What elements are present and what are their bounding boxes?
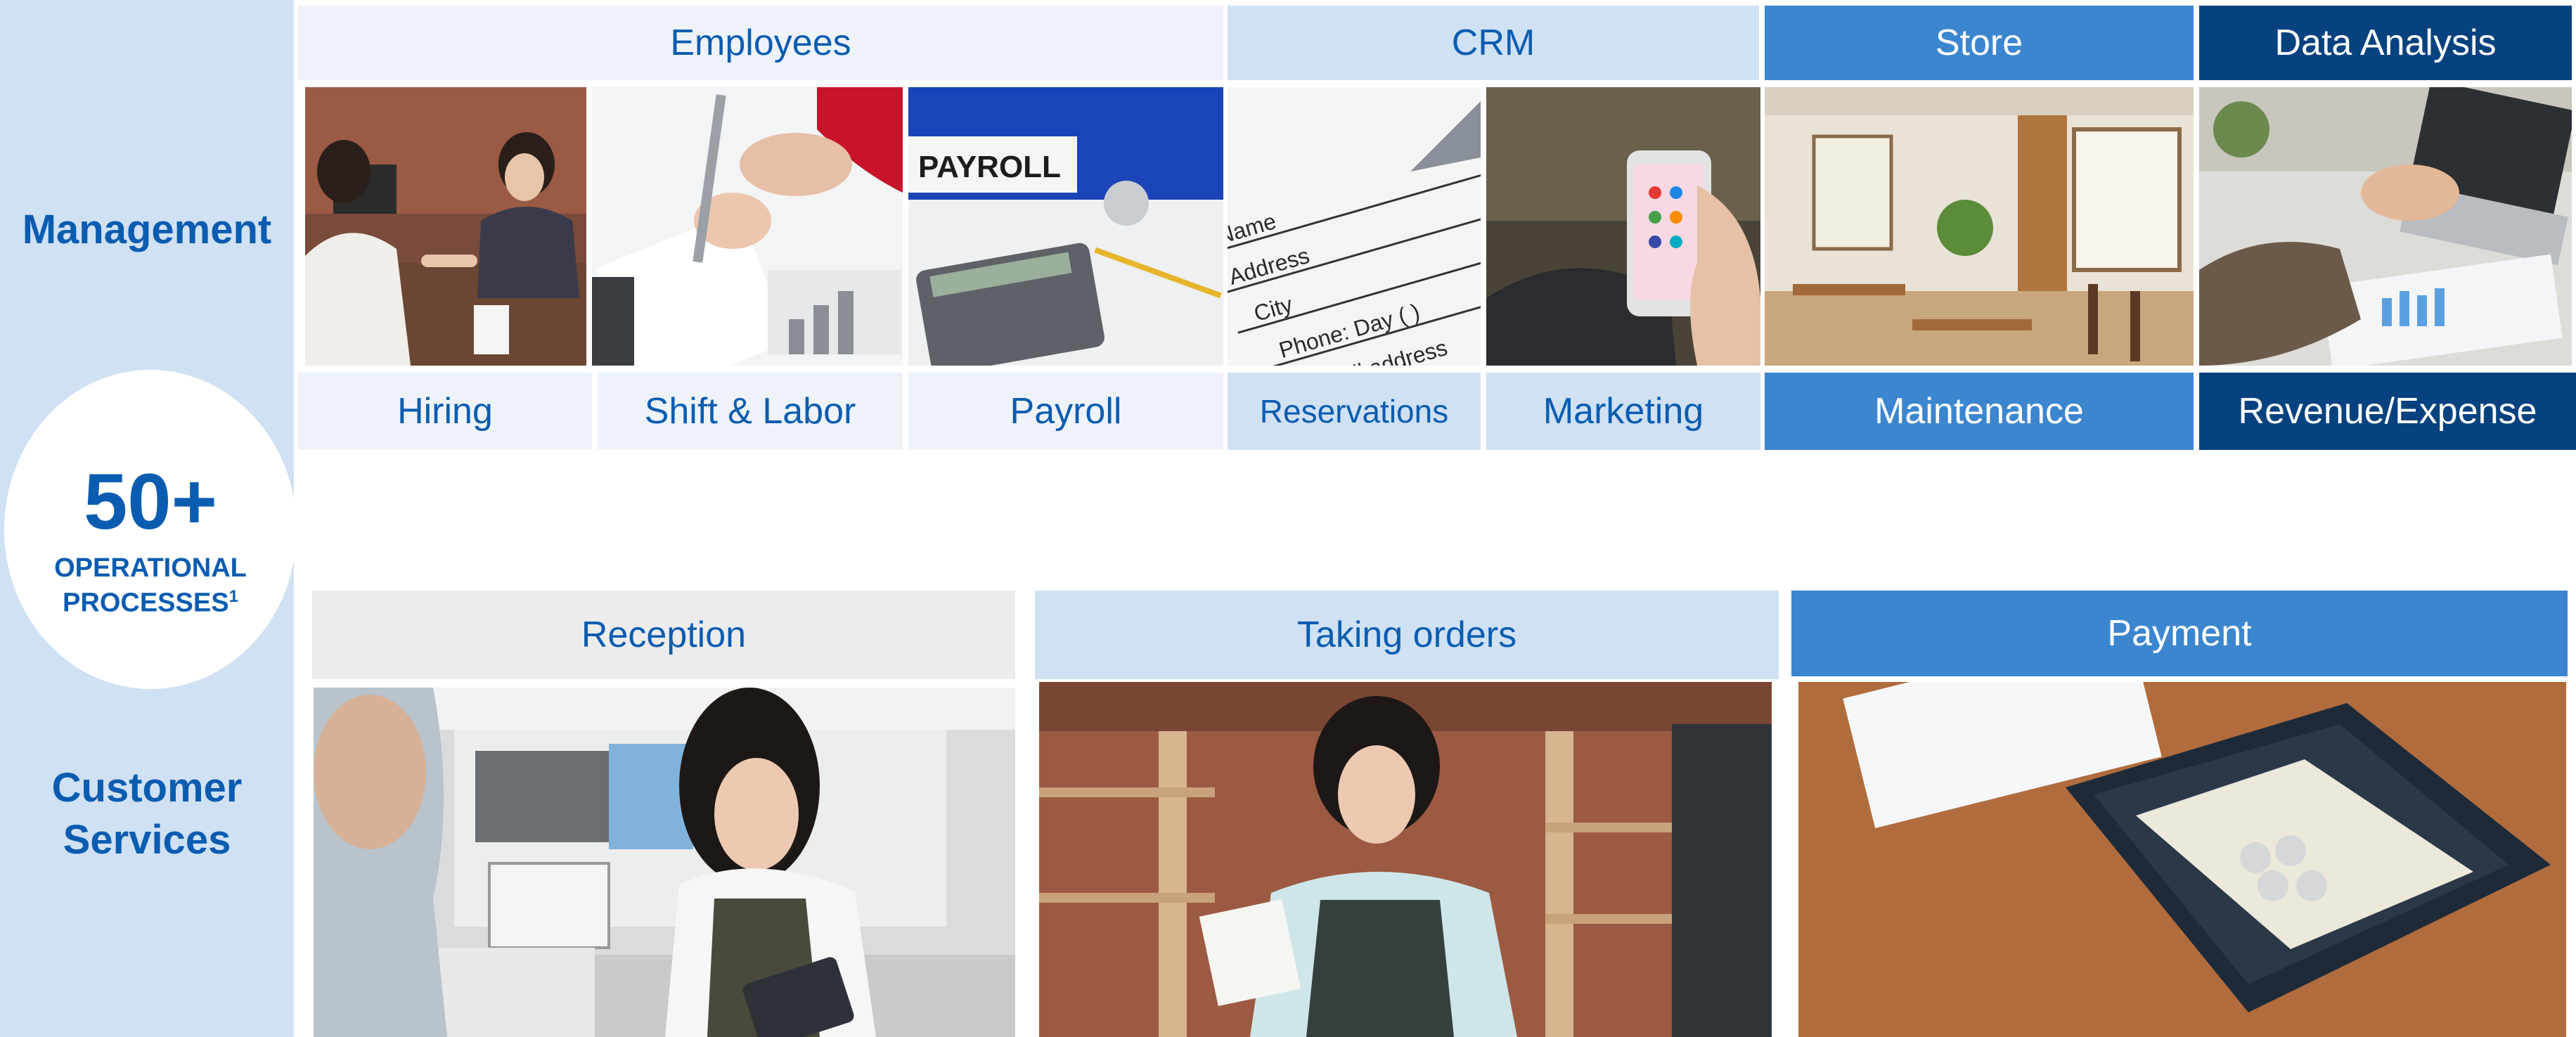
processes-caption-word: PROCESSES <box>63 588 229 619</box>
processes-caption-line2: PROCESSES1 <box>4 586 297 621</box>
footnote-marker: 1 <box>228 587 238 607</box>
header-store: Store <box>1765 6 2194 80</box>
customer-services-label-line1: Customer <box>51 765 243 811</box>
photo-payment <box>1798 682 2566 1037</box>
processes-caption-line1: OPERATIONAL <box>54 553 247 583</box>
label-payroll: Payroll <box>908 373 1223 450</box>
photo-reception <box>314 688 1015 1037</box>
header-data-analysis: Data Analysis <box>2199 6 2572 80</box>
photo-marketing <box>1486 87 1760 366</box>
processes-circle: 50+ OPERATIONAL PROCESSES1 <box>4 370 297 689</box>
header-reception: Reception <box>312 591 1015 679</box>
header-crm: CRM <box>1228 6 1759 80</box>
label-marketing: Marketing <box>1486 373 1760 450</box>
header-payment: Payment <box>1791 591 2568 676</box>
label-reservations: Reservations <box>1228 373 1481 450</box>
photo-reservations: Name Address City Phone: Day ( ) e-mail … <box>1228 87 1481 366</box>
label-shift-labor: Shift & Labor <box>598 373 903 450</box>
customer-services-label-line2: Services <box>63 817 231 863</box>
photo-store <box>1765 87 2194 366</box>
customer-services-label: Customer Services <box>0 762 294 866</box>
management-label: Management <box>22 207 272 252</box>
label-maintenance: Maintenance <box>1765 373 2194 450</box>
processes-count: 50+ <box>84 458 217 546</box>
header-taking-orders: Taking orders <box>1035 591 1779 679</box>
label-hiring: Hiring <box>298 373 592 450</box>
header-employees: Employees <box>298 6 1223 80</box>
payroll-binder-text: PAYROLL <box>918 150 1061 184</box>
photo-data-analysis <box>2199 87 2572 366</box>
photo-payroll: PAYROLL <box>908 87 1223 366</box>
photo-shift-labor <box>592 87 903 366</box>
label-revenue-expense: Revenue/Expense <box>2199 373 2576 450</box>
processes-caption: OPERATIONAL PROCESSES1 <box>4 551 297 621</box>
photo-hiring <box>305 87 586 366</box>
photo-taking-orders <box>1039 682 1772 1037</box>
